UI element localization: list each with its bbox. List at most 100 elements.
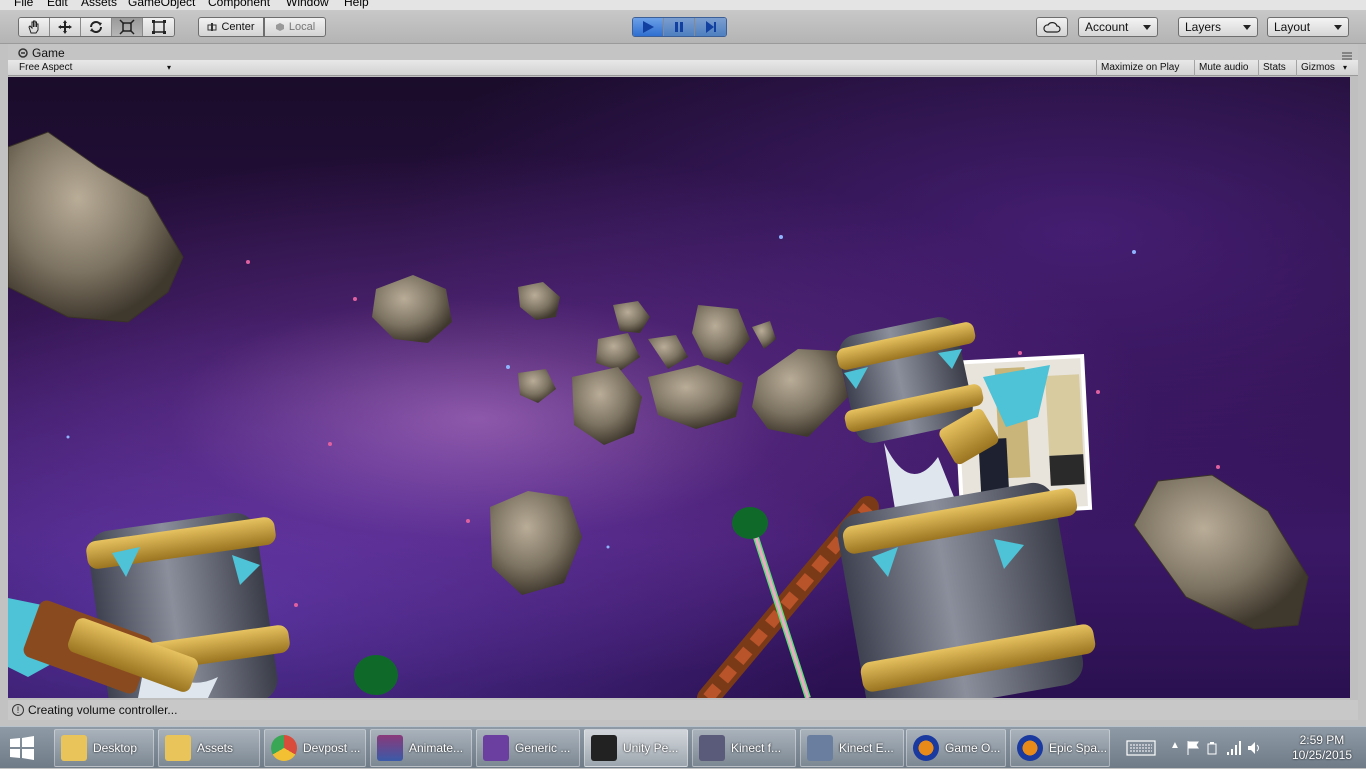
power-icon[interactable] — [1206, 740, 1220, 756]
taskbar-item-label: Game O... — [945, 741, 1001, 755]
start-button[interactable] — [8, 735, 40, 763]
panel-menu-icon[interactable] — [1342, 47, 1352, 60]
taskbar-item-kinect-2[interactable]: Kinect E... — [800, 729, 904, 767]
rect-icon — [151, 20, 166, 34]
taskbar-item-label: Kinect f... — [731, 741, 782, 755]
clock[interactable]: 2:59 PM 10/25/2015 — [1292, 733, 1352, 763]
gizmos-label: Gizmos — [1301, 62, 1335, 73]
game-viewport[interactable] — [8, 77, 1350, 698]
audacity-icon — [1017, 735, 1043, 761]
hand-tool-button[interactable] — [19, 18, 50, 36]
cloud-button[interactable] — [1036, 17, 1068, 37]
stats-toggle[interactable]: Stats — [1258, 60, 1296, 76]
audacity-icon — [913, 735, 939, 761]
taskbar-item-visual-studio[interactable]: Generic ... — [476, 729, 580, 767]
tab-game[interactable]: Game — [10, 45, 73, 61]
folder-icon — [61, 735, 87, 761]
clock-time: 2:59 PM — [1299, 733, 1345, 747]
space-label: Local — [288, 21, 316, 33]
layout-label: Layout — [1274, 20, 1311, 34]
kinect-icon — [699, 735, 725, 761]
menu-component[interactable]: Component — [208, 0, 270, 9]
taskbar-item-audacity-1[interactable]: Game O... — [906, 729, 1006, 767]
menu-assets[interactable]: Assets — [81, 0, 117, 9]
play-button[interactable] — [633, 18, 664, 36]
tray-expand-icon[interactable]: ▲ — [1170, 740, 1180, 751]
maximize-label: Maximize on Play — [1101, 62, 1180, 73]
unity-icon — [591, 735, 617, 761]
pivot-center-button[interactable]: Center — [198, 17, 264, 37]
chevron-down-icon — [1334, 25, 1342, 30]
chevron-down-icon: ▾ — [166, 63, 171, 72]
folder-icon — [165, 735, 191, 761]
taskbar-item-label: Generic ... — [515, 741, 571, 755]
layers-label: Layers — [1185, 20, 1222, 34]
taskbar-item-label: Animate... — [409, 741, 464, 755]
rect-tool-button[interactable] — [143, 18, 174, 36]
menu-bar: File Edit Assets GameObject Component Wi… — [0, 0, 1366, 10]
taskbar-item-assets[interactable]: Assets — [158, 729, 260, 767]
gizmos-dropdown[interactable]: Gizmos ▾ — [1296, 60, 1350, 76]
rotate-tool-button[interactable] — [81, 18, 112, 36]
game-view-toolbar: Free Aspect ▾ Maximize on Play Mute audi… — [8, 60, 1358, 76]
stats-label: Stats — [1263, 62, 1286, 73]
layers-dropdown[interactable]: Layers — [1178, 17, 1258, 37]
layout-dropdown[interactable]: Layout — [1267, 17, 1349, 37]
taskbar-item-label: Desktop — [93, 741, 138, 755]
game-panel: Game Free Aspect ▾ Maximize on Play Mute… — [8, 44, 1358, 720]
pivot-icon — [207, 23, 217, 31]
aspect-dropdown[interactable]: Free Aspect ▾ — [8, 60, 174, 76]
taskbar-item-winrar[interactable]: Animate... — [370, 729, 472, 767]
taskbar-item-label: Devpost ... — [303, 741, 361, 755]
winrar-icon — [377, 735, 403, 761]
menu-file[interactable]: File — [14, 0, 33, 9]
flag-icon[interactable] — [1186, 740, 1200, 756]
pause-icon — [675, 22, 683, 32]
taskbar-item-desktop[interactable]: Desktop — [54, 729, 154, 767]
game-scene — [8, 131, 1309, 698]
maximize-on-play-toggle[interactable]: Maximize on Play — [1096, 60, 1194, 76]
play-icon — [643, 21, 654, 33]
system-tray: ▲ 2:59 PM 10/25/2015 — [1116, 727, 1366, 769]
chevron-down-icon: ▾ — [1342, 63, 1347, 72]
taskbar-item-label: Unity Pe... — [623, 741, 679, 755]
keyboard-icon[interactable] — [1126, 740, 1156, 756]
pivot-label: Center — [221, 21, 255, 33]
transform-tools — [18, 17, 175, 37]
tab-game-label: Game — [32, 46, 65, 60]
status-message: Creating volume controller... — [28, 703, 178, 717]
taskbar-item-unity[interactable]: Unity Pe... — [584, 729, 688, 767]
chevron-down-icon — [1243, 25, 1251, 30]
taskbar-item-label: Assets — [197, 741, 234, 755]
mute-label: Mute audio — [1199, 62, 1249, 73]
playback-controls — [632, 17, 727, 37]
mute-audio-toggle[interactable]: Mute audio — [1194, 60, 1258, 76]
cube-icon — [275, 23, 284, 31]
unity-toolbar: Center Local Account Layers Layout — [0, 10, 1366, 44]
windows-taskbar: Desktop Assets Devpost ... Animate... Ge… — [0, 726, 1366, 768]
menu-gameobject[interactable]: GameObject — [128, 0, 195, 9]
status-bar: ! Creating volume controller... — [8, 700, 1358, 720]
space-local-button[interactable]: Local — [264, 17, 326, 37]
menu-edit[interactable]: Edit — [47, 0, 68, 9]
volume-icon[interactable] — [1246, 740, 1262, 756]
step-button[interactable] — [695, 18, 726, 36]
info-icon: ! — [12, 704, 24, 716]
step-icon — [705, 21, 716, 33]
taskbar-item-label: Kinect E... — [839, 741, 894, 755]
menu-window[interactable]: Window — [286, 0, 329, 9]
taskbar-item-chrome[interactable]: Devpost ... — [264, 729, 366, 767]
account-label: Account — [1085, 20, 1129, 34]
taskbar-item-kinect-1[interactable]: Kinect f... — [692, 729, 796, 767]
aspect-label: Free Aspect — [19, 62, 73, 73]
account-dropdown[interactable]: Account — [1078, 17, 1158, 37]
menu-help[interactable]: Help — [344, 0, 369, 9]
kinect-icon — [807, 735, 833, 761]
move-tool-button[interactable] — [50, 18, 81, 36]
taskbar-item-audacity-2[interactable]: Epic Spa... — [1010, 729, 1110, 767]
left-hammer — [8, 512, 290, 698]
network-icon[interactable] — [1226, 740, 1242, 756]
pause-button[interactable] — [664, 18, 695, 36]
scale-tool-button[interactable] — [112, 18, 143, 36]
move-icon — [58, 20, 72, 34]
